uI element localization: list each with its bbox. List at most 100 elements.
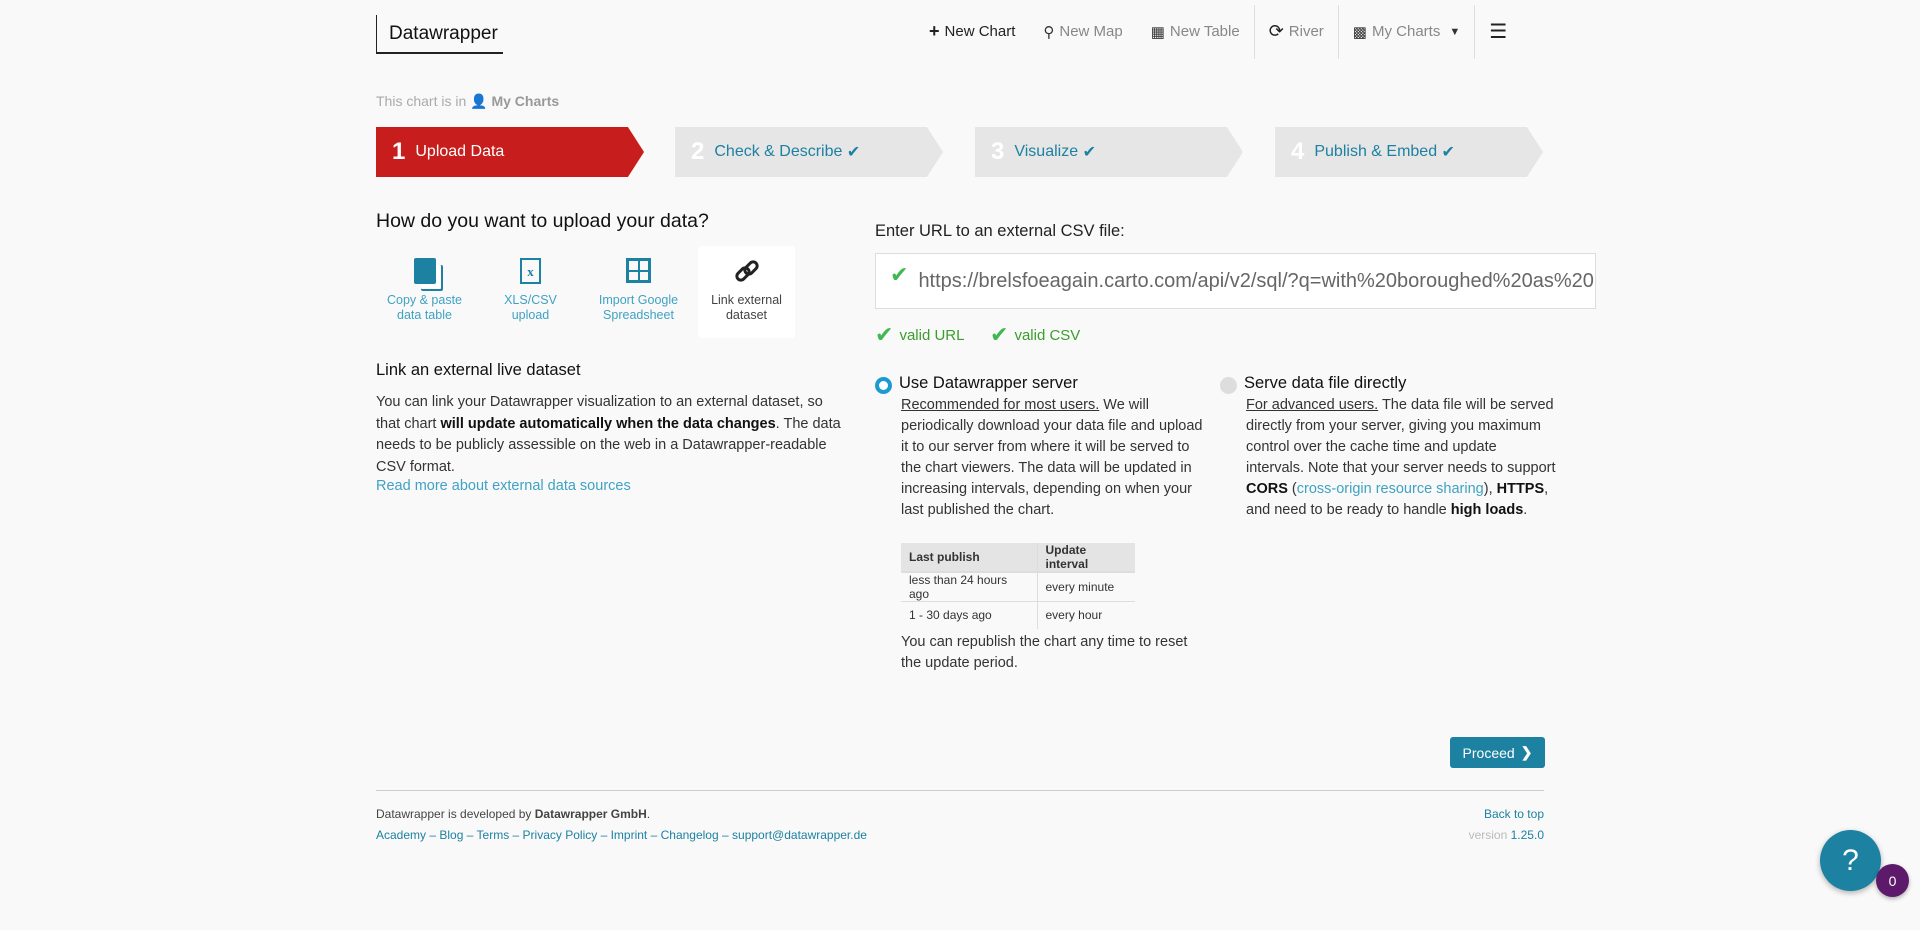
step-number: 1 xyxy=(392,138,406,165)
breadcrumb: This chart is in 👤 My Charts xyxy=(376,93,559,110)
step-number: 3 xyxy=(991,138,1005,165)
direct-bold: high loads xyxy=(1450,502,1524,518)
direct-text: ( xyxy=(1287,481,1297,497)
table-row: less than 24 hours ago every minute xyxy=(901,571,1135,602)
footer-links: Academy – Blog – Terms – Privacy Policy … xyxy=(376,828,867,842)
footer-divider xyxy=(376,790,1544,791)
update-interval-table: Last publish Update interval less than 24… xyxy=(901,543,1135,629)
option-link-external[interactable]: Link external dataset xyxy=(698,246,795,338)
bar-chart-icon: ▩ xyxy=(1352,23,1367,41)
check-icon: ✔ xyxy=(1441,144,1455,161)
option-label: XLS/CSV xyxy=(504,293,557,307)
option-label: upload xyxy=(511,308,550,322)
check-icon: ✔ xyxy=(875,322,894,347)
back-to-top-link[interactable]: Back to top xyxy=(1484,807,1544,821)
river-link[interactable]: ⟳ River xyxy=(1253,4,1338,59)
direct-option-title: Serve data file directly xyxy=(1244,374,1407,392)
hamburger-icon: ☰ xyxy=(1489,21,1508,43)
step-label: Check & Describe xyxy=(714,143,843,160)
footer-link-terms[interactable]: Terms xyxy=(477,828,510,842)
desc-bold: will update automatically when the data … xyxy=(440,415,776,432)
notification-badge[interactable]: 0 xyxy=(1876,864,1909,897)
nav-label: New Map xyxy=(1059,23,1123,40)
option-copy-paste[interactable]: Copy & paste data table xyxy=(376,246,473,338)
nav-label: River xyxy=(1288,23,1324,40)
option-google-spreadsheet[interactable]: Import Google Spreadsheet xyxy=(590,246,687,338)
read-more-link[interactable]: Read more about external data sources xyxy=(376,476,631,498)
csv-url-input[interactable]: ✔ https://brelsfoeagain.carto.com/api/v2/… xyxy=(875,253,1596,309)
step-publish-embed[interactable]: 4 Publish & Embed ✔ xyxy=(1275,127,1543,177)
direct-option-description: For advanced users. The data file will b… xyxy=(1246,395,1556,521)
link-dataset-heading: Link an external live dataset xyxy=(376,361,581,379)
direct-text: . xyxy=(1523,502,1528,518)
step-visualize[interactable]: 3 Visualize ✔ xyxy=(975,127,1243,177)
option-label: Spreadsheet xyxy=(603,308,674,322)
republish-note: You can republish the chart any time to … xyxy=(901,634,1188,671)
valid-url-status: ✔ valid URL xyxy=(875,322,964,348)
footer-link-academy[interactable]: Academy xyxy=(376,828,426,842)
table-header: Update interval xyxy=(1037,543,1135,573)
option-xls-csv[interactable]: x XLS/CSV upload xyxy=(482,246,579,338)
check-icon: ✔ xyxy=(1082,144,1096,161)
nav-label: New Chart xyxy=(944,23,1016,40)
table-icon: ▦ xyxy=(1150,23,1165,41)
new-map-link[interactable]: ⚲ New Map xyxy=(1029,5,1136,59)
logo[interactable]: Datawrapper xyxy=(376,15,503,54)
nav-label: New Table xyxy=(1169,23,1240,40)
proceed-button[interactable]: Proceed ❯ xyxy=(1450,737,1545,768)
clipboard-icon xyxy=(413,258,436,284)
credit-company: Datawrapper GmbH xyxy=(534,807,647,821)
direct-underlined: For advanced users. xyxy=(1246,397,1379,413)
map-marker-icon: ⚲ xyxy=(1043,23,1055,41)
grid-icon xyxy=(626,258,651,283)
footer-link-imprint[interactable]: Imprint xyxy=(611,828,648,842)
option-label: Import Google xyxy=(598,293,679,307)
new-table-link[interactable]: ▦ New Table xyxy=(1137,5,1254,59)
direct-bold: HTTPS xyxy=(1496,481,1545,497)
breadcrumb-folder[interactable]: My Charts xyxy=(491,93,559,109)
radio-datawrapper-server[interactable] xyxy=(875,377,892,394)
step-upload-data[interactable]: 1 Upload Data xyxy=(376,127,644,177)
step-label: Visualize xyxy=(1014,143,1079,160)
link-icon xyxy=(734,260,759,282)
cors-link[interactable]: cross-origin resource sharing xyxy=(1297,481,1484,497)
url-value: https://brelsfoeagain.carto.com/api/v2/s… xyxy=(918,269,1594,292)
version-number: 1.25.0 xyxy=(1510,828,1544,842)
check-icon: ✔ xyxy=(846,144,861,161)
user-icon: 👤 xyxy=(470,93,488,109)
url-label: Enter URL to an external CSV file: xyxy=(875,222,1125,240)
link-dataset-description: You can link your Datawrapper visualizat… xyxy=(376,392,846,478)
table-row: 1 - 30 days ago every hour xyxy=(901,601,1135,629)
footer-link-support[interactable]: support@datawrapper.de xyxy=(732,828,867,842)
proceed-label: Proceed xyxy=(1462,744,1515,761)
table-cell: every hour xyxy=(1037,601,1135,629)
step-number: 2 xyxy=(691,138,705,165)
valid-url-text: valid URL xyxy=(899,326,965,344)
my-charts-dropdown[interactable]: ▩ My Charts ▼ xyxy=(1337,4,1474,59)
footer-link-privacy[interactable]: Privacy Policy xyxy=(523,828,598,842)
option-label: dataset xyxy=(725,308,767,322)
river-icon: ⟳ xyxy=(1268,21,1284,41)
credit-text: Datawrapper is developed by xyxy=(376,807,535,821)
option-label: data table xyxy=(397,308,452,322)
version-info: version 1.25.0 xyxy=(1469,828,1544,842)
menu-button[interactable]: ☰ xyxy=(1474,4,1521,59)
valid-csv-status: ✔ valid CSV xyxy=(990,322,1080,348)
caret-down-icon: ▼ xyxy=(1449,25,1461,38)
plus-icon: + xyxy=(929,21,940,41)
nav-label: My Charts xyxy=(1371,23,1441,40)
chevron-right-icon: ❯ xyxy=(1520,744,1533,760)
radio-serve-directly[interactable] xyxy=(1220,377,1237,394)
server-option-title: Use Datawrapper server xyxy=(899,374,1078,392)
upload-heading: How do you want to upload your data? xyxy=(376,210,709,232)
breadcrumb-prefix: This chart is in xyxy=(376,93,467,109)
new-chart-link[interactable]: + New Chart xyxy=(915,5,1029,59)
version-label: version xyxy=(1468,828,1508,842)
help-button[interactable]: ? xyxy=(1820,830,1881,891)
direct-text: ), xyxy=(1483,481,1497,497)
footer-link-changelog[interactable]: Changelog xyxy=(661,828,719,842)
table-header: Last publish xyxy=(901,543,1038,573)
help-icon: ? xyxy=(1842,843,1859,877)
footer-link-blog[interactable]: Blog xyxy=(439,828,463,842)
step-check-describe[interactable]: 2 Check & Describe ✔ xyxy=(675,127,943,177)
